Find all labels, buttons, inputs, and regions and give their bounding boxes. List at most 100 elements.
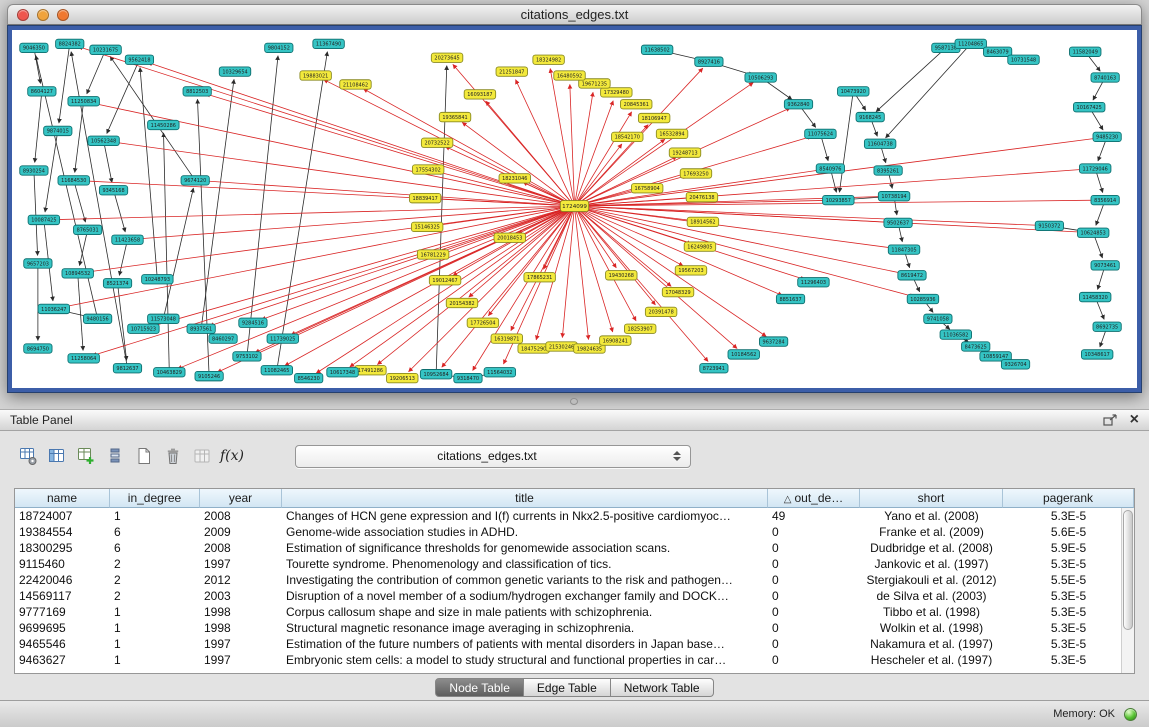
graph-node[interactable]: 11638502 [641, 45, 672, 54]
graph-node[interactable]: 20476138 [686, 192, 717, 201]
graph-node[interactable]: 9480156 [83, 314, 111, 323]
select-columns-button[interactable] [43, 443, 70, 469]
graph-node[interactable]: 19430268 [606, 271, 637, 280]
graph-node[interactable]: 20273645 [431, 53, 462, 62]
graph-node[interactable]: 8937561 [187, 324, 215, 333]
graph-node[interactable]: 9657203 [24, 259, 52, 268]
column-header-in-degree[interactable]: in_degree [110, 489, 200, 508]
graph-node[interactable]: 17726504 [467, 318, 498, 327]
tab-node-table[interactable]: Node Table [435, 678, 524, 697]
graph-node[interactable]: 18324982 [533, 55, 564, 64]
graph-node[interactable]: 8473625 [962, 342, 990, 351]
graph-node[interactable]: 9046350 [20, 43, 48, 52]
column-header-title[interactable]: title [282, 489, 768, 508]
graph-node[interactable]: 9741058 [924, 314, 952, 323]
graph-node[interactable]: 9345168 [99, 186, 127, 195]
graph-node[interactable]: 8463079 [983, 47, 1011, 56]
graph-node[interactable]: 8604127 [28, 87, 56, 96]
graph-node[interactable]: 11604738 [864, 139, 895, 148]
graph-node[interactable]: 10738194 [878, 191, 909, 200]
panel-resize-handle[interactable] [570, 398, 578, 405]
graph-node[interactable]: 9150372 [1035, 221, 1063, 230]
graph-node[interactable]: 8694750 [24, 344, 52, 353]
graph-node[interactable]: 21108462 [340, 80, 371, 89]
graph-node[interactable]: 9637284 [759, 337, 787, 346]
table-mode-button[interactable] [14, 443, 41, 469]
graph-node[interactable]: 11258064 [68, 354, 99, 363]
graph-node[interactable]: 8521374 [103, 279, 131, 288]
graph-node[interactable]: 10167425 [1073, 102, 1104, 111]
graph-node[interactable]: 8546230 [295, 373, 323, 382]
graph-node[interactable]: 10624853 [1077, 228, 1108, 237]
table-row[interactable]: 1938455462009Genome-wide association stu… [15, 524, 1134, 540]
graph-node[interactable]: 18914562 [687, 217, 718, 226]
graph-node[interactable]: 11204865 [955, 39, 986, 48]
graph-node[interactable]: 11423658 [112, 235, 143, 244]
graph-node[interactable]: 20154382 [446, 298, 477, 307]
table-row[interactable]: 1456911722003Disruption of a novel membe… [15, 588, 1134, 604]
graph-node[interactable]: 10894532 [62, 269, 93, 278]
graph-node[interactable]: 18475290 [518, 344, 549, 353]
graph-node[interactable]: 19248713 [669, 148, 700, 157]
graph-node[interactable]: 9105246 [195, 371, 223, 380]
graph-node[interactable]: 18542170 [612, 132, 643, 141]
graph-node[interactable]: 9753102 [233, 352, 261, 361]
graph-node[interactable]: 8395261 [874, 166, 902, 175]
graph-node[interactable]: 19883021 [300, 71, 331, 80]
graph-node[interactable]: 10293857 [823, 195, 854, 204]
graph-node[interactable]: 11847305 [888, 245, 919, 254]
graph-node[interactable]: 8812503 [183, 87, 211, 96]
graph-node[interactable]: 10285936 [907, 294, 938, 303]
graph-node[interactable]: 16758904 [631, 184, 662, 193]
graph-node[interactable]: 9362840 [784, 100, 812, 109]
graph-node[interactable]: 9073461 [1091, 261, 1119, 270]
graph-node[interactable]: 9318470 [454, 373, 482, 382]
graph-node[interactable]: 11036582 [940, 330, 971, 339]
graph-node[interactable]: 9326704 [1001, 360, 1029, 369]
graph-node[interactable]: 19567203 [675, 266, 706, 275]
graph-node[interactable]: 9168245 [856, 112, 884, 121]
graph-node[interactable]: 10562348 [88, 136, 119, 145]
column-header-pagerank[interactable]: pagerank [1003, 489, 1134, 508]
graph-node[interactable]: 20732522 [421, 138, 452, 147]
graph-node[interactable]: 10715923 [128, 324, 159, 333]
graph-node[interactable]: 16249805 [684, 242, 715, 251]
float-panel-icon[interactable] [1103, 414, 1118, 427]
graph-node[interactable]: 11036247 [38, 304, 69, 313]
graph-node[interactable]: 10248793 [142, 275, 173, 284]
graph-node[interactable]: 9284516 [239, 318, 267, 327]
graph-node[interactable]: 10617348 [327, 368, 358, 377]
new-table-button[interactable] [130, 443, 157, 469]
graph-node[interactable]: 8851637 [776, 294, 804, 303]
window-titlebar[interactable]: citations_edges.txt [7, 4, 1142, 25]
graph-node[interactable]: 8460297 [209, 334, 237, 343]
import-table-button[interactable] [188, 443, 215, 469]
graph-node[interactable]: 19365841 [439, 112, 470, 121]
tab-network-table[interactable]: Network Table [611, 678, 714, 697]
graph-node[interactable]: 20845361 [620, 100, 651, 109]
column-header-out-de-[interactable]: △out_de… [768, 489, 860, 508]
graph-node[interactable]: 11075624 [805, 129, 836, 138]
graph-node[interactable]: 11729046 [1079, 164, 1110, 173]
graph-node[interactable]: 10087425 [28, 215, 59, 224]
graph-node[interactable]: 11458320 [1079, 292, 1110, 301]
column-header-short[interactable]: short [860, 489, 1003, 508]
table-row[interactable]: 1830029562008Estimation of significance … [15, 540, 1134, 556]
graph-node[interactable]: 15146325 [411, 222, 442, 231]
table-row[interactable]: 969969511998Structural magnetic resonanc… [15, 620, 1134, 636]
graph-node[interactable]: 8619472 [898, 271, 926, 280]
graph-node[interactable]: 11739025 [267, 334, 298, 343]
graph-node[interactable]: 9502637 [884, 218, 912, 227]
graph-node[interactable]: 21530246 [546, 342, 577, 351]
graph-node[interactable]: 17554302 [412, 165, 443, 174]
graph-node[interactable]: 11582049 [1070, 47, 1101, 56]
create-column-button[interactable] [72, 443, 99, 469]
graph-node[interactable]: 10952684 [420, 370, 451, 379]
graph-node[interactable]: 8765031 [74, 225, 102, 234]
tab-edge-table[interactable]: Edge Table [524, 678, 611, 697]
graph-node[interactable]: 17693250 [680, 169, 711, 178]
zoom-window-button[interactable] [57, 9, 69, 21]
graph-node[interactable]: 8740163 [1091, 73, 1119, 82]
graph-node[interactable]: 10506293 [745, 73, 776, 82]
graph-node[interactable]: 20018453 [494, 233, 525, 242]
